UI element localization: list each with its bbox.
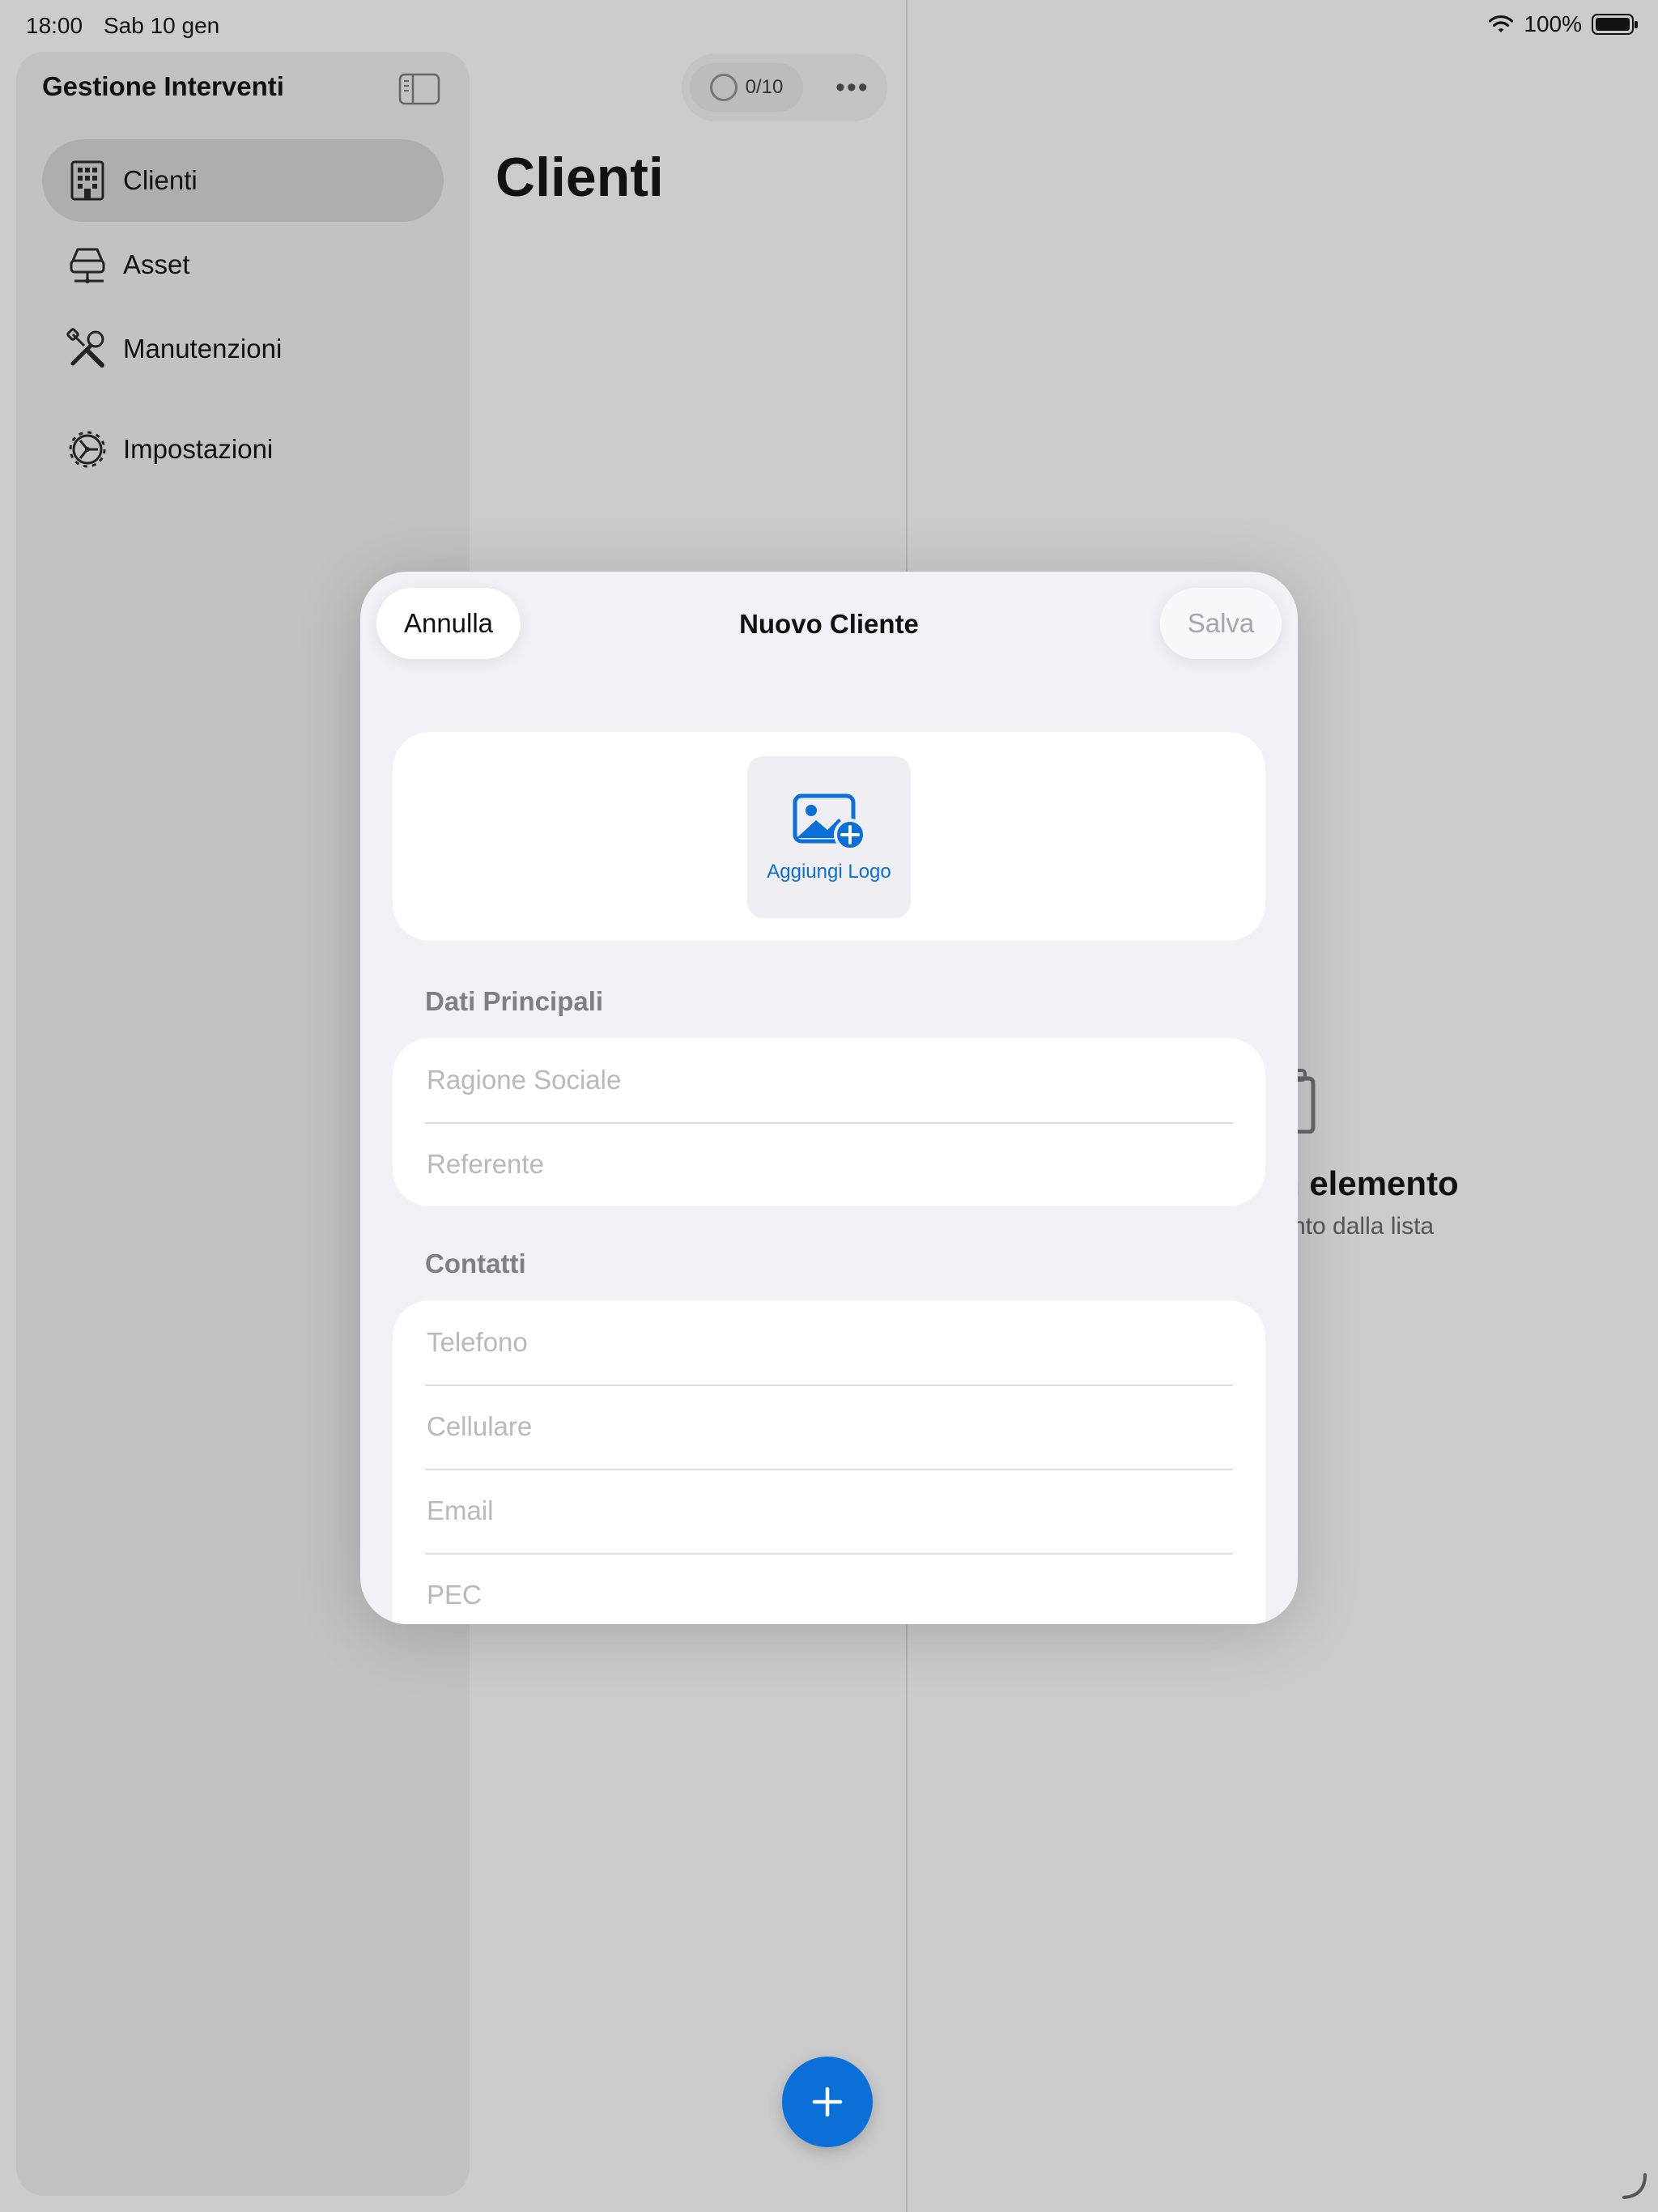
- form-row: [393, 1553, 1265, 1624]
- telefono-field[interactable]: [425, 1300, 1218, 1385]
- group-contatti: [393, 1300, 1265, 1624]
- add-logo-label: Aggiungi Logo: [767, 861, 891, 883]
- empty-state-subtitle: nto dalla lista: [1292, 1213, 1435, 1240]
- page-title: Clienti: [495, 147, 664, 208]
- sidebar-item-label: Asset: [123, 249, 190, 279]
- tools-icon: [66, 328, 104, 368]
- sidebar-item-asset[interactable]: Asset: [42, 223, 444, 306]
- progress-indicator[interactable]: 0/10: [690, 63, 803, 112]
- plus-icon: [812, 2087, 843, 2117]
- status-bar: 18:00 Sab 10 gen 100%: [0, 0, 1658, 52]
- sheet-title: Nuovo Cliente: [739, 609, 919, 639]
- section-header-dati-principali: Dati Principali: [425, 986, 604, 1016]
- section-header-contatti: Contatti: [425, 1249, 526, 1278]
- ragione-sociale-field[interactable]: [425, 1038, 1218, 1122]
- gear-icon: [69, 431, 106, 468]
- form-row: [393, 1122, 1265, 1206]
- form-row: [393, 1038, 1265, 1122]
- sidebar-toggle-icon[interactable]: [398, 73, 440, 105]
- sidebar-title: Gestione Interventi: [42, 71, 284, 101]
- status-date: Sab 10 gen: [104, 13, 220, 38]
- photo-badge-plus-icon: [793, 793, 866, 851]
- form-row: [393, 1300, 1265, 1385]
- battery-percentage: 100%: [1524, 11, 1582, 36]
- sidebar-item-impostazioni[interactable]: Impostazioni: [42, 408, 444, 491]
- resize-handle-icon[interactable]: [1619, 2172, 1648, 2201]
- group-dati-principali: [393, 1038, 1265, 1206]
- progress-text: 0/10: [745, 76, 784, 98]
- toolbar: 0/10 •••: [682, 53, 887, 121]
- new-client-sheet: Annulla Nuovo Cliente Salva Aggiungi Log…: [360, 572, 1298, 1624]
- empty-state-title: n elemento: [1279, 1164, 1459, 1202]
- server-icon: [70, 248, 105, 283]
- building-icon: [70, 160, 104, 201]
- sidebar-item-label: Impostazioni: [123, 434, 274, 464]
- wifi-icon: [1489, 15, 1514, 32]
- logo-card: Aggiungi Logo: [393, 732, 1265, 941]
- progress-ring-icon: [709, 74, 738, 101]
- sidebar-item-manutenzioni[interactable]: Manutenzioni: [42, 308, 444, 390]
- sidebar-item-label: Clienti: [123, 165, 198, 195]
- status-indicators: 100%: [1488, 11, 1638, 37]
- form-row: [393, 1385, 1265, 1469]
- sheet-header: Annulla Nuovo Cliente Salva: [360, 572, 1298, 685]
- pec-field[interactable]: [425, 1553, 1218, 1624]
- add-button[interactable]: [782, 2057, 873, 2147]
- sidebar-item-label: Manutenzioni: [123, 334, 283, 364]
- form-row: [393, 1469, 1265, 1553]
- cellulare-field[interactable]: [425, 1385, 1218, 1469]
- sidebar-item-clienti[interactable]: Clienti: [42, 139, 444, 222]
- add-logo-button[interactable]: Aggiungi Logo: [747, 756, 911, 918]
- referente-field[interactable]: [425, 1122, 1218, 1206]
- email-field[interactable]: [425, 1469, 1218, 1553]
- status-time: 18:00: [26, 13, 83, 38]
- ellipsis-icon[interactable]: •••: [835, 72, 869, 104]
- battery-icon: [1592, 14, 1638, 35]
- save-button[interactable]: Salva: [1160, 588, 1282, 659]
